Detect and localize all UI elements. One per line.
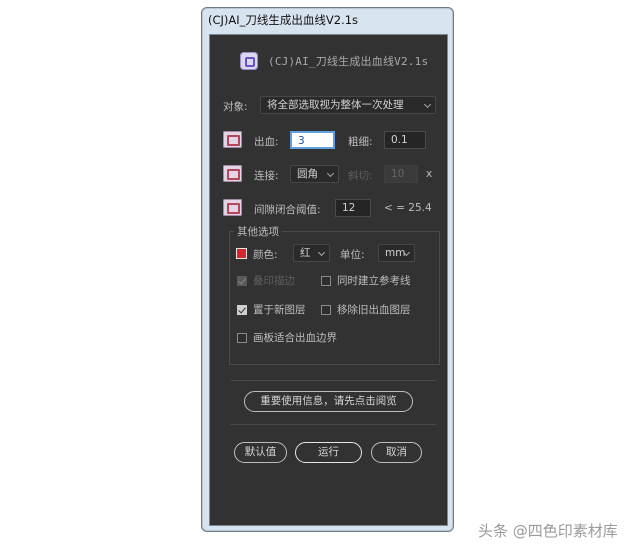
new-layer-checkbox[interactable]	[237, 305, 247, 315]
object-select[interactable]: 将全部选取视为整体一次处理	[260, 96, 436, 114]
guide-checkbox[interactable]	[321, 276, 331, 286]
info-button[interactable]: 重要使用信息，请先点击阅览	[244, 391, 413, 412]
divider	[230, 424, 436, 425]
color-select-value: 红	[300, 247, 311, 259]
run-button[interactable]: 运行	[295, 442, 362, 463]
app-logo-icon	[240, 52, 258, 70]
divider	[230, 380, 436, 381]
chevron-down-icon	[423, 100, 432, 109]
overprint-label: 叠印描边	[253, 275, 295, 287]
dialog-window: (CJ)AI_刀线生成出血线V2.1s (CJ)AI_刀线生成出血线V2.1s …	[201, 7, 454, 532]
guide-label: 同时建立参考线	[337, 275, 411, 287]
color-label: 颜色:	[253, 249, 278, 261]
artboard-label: 画板适合出血边界	[253, 332, 337, 344]
gap-label: 间隙闭合阈值:	[254, 204, 321, 216]
unit-select[interactable]: mm	[378, 244, 415, 262]
connect-select-value: 圆角	[297, 168, 318, 180]
connect-label: 连接:	[254, 170, 279, 182]
gap-note: < = 25.4	[384, 202, 432, 214]
group-legend: 其他选项	[234, 224, 282, 239]
bleed-icon	[223, 131, 242, 148]
color-swatch[interactable]	[236, 248, 247, 259]
object-select-value: 将全部选取视为整体一次处理	[267, 99, 404, 111]
chevron-down-icon	[317, 248, 326, 257]
dialog-panel: (CJ)AI_刀线生成出血线V2.1s 对象: 将全部选取视为整体一次处理 出血…	[209, 34, 448, 526]
artboard-checkbox[interactable]	[237, 333, 247, 343]
default-button[interactable]: 默认值	[234, 442, 287, 463]
bleed-input[interactable]: 3	[290, 131, 335, 149]
gap-icon	[223, 199, 242, 216]
object-label: 对象:	[223, 101, 248, 113]
app-title: (CJ)AI_刀线生成出血线V2.1s	[268, 55, 429, 68]
thickness-label: 粗细:	[348, 136, 373, 148]
gap-input[interactable]: 12	[335, 199, 371, 217]
remove-old-label: 移除旧出血图层	[337, 304, 411, 316]
connect-icon	[223, 165, 242, 182]
angle-label: 斜切:	[348, 170, 373, 182]
color-select[interactable]: 红	[293, 244, 330, 262]
chevron-down-icon	[326, 169, 335, 178]
thickness-input[interactable]: 0.1	[384, 131, 426, 149]
watermark: 头条 @四色印素材库	[478, 522, 618, 540]
angle-unit: x	[426, 168, 433, 180]
unit-label: 单位:	[340, 249, 365, 261]
angle-input[interactable]: 10	[384, 165, 418, 183]
cancel-button[interactable]: 取消	[371, 442, 422, 463]
overprint-checkbox[interactable]	[237, 276, 247, 286]
unit-select-value: mm	[385, 247, 406, 259]
remove-old-checkbox[interactable]	[321, 305, 331, 315]
connect-select[interactable]: 圆角	[290, 165, 339, 183]
window-title: (CJ)AI_刀线生成出血线V2.1s	[208, 13, 359, 27]
new-layer-label: 置于新图层	[253, 304, 306, 316]
bleed-label: 出血:	[254, 136, 279, 148]
